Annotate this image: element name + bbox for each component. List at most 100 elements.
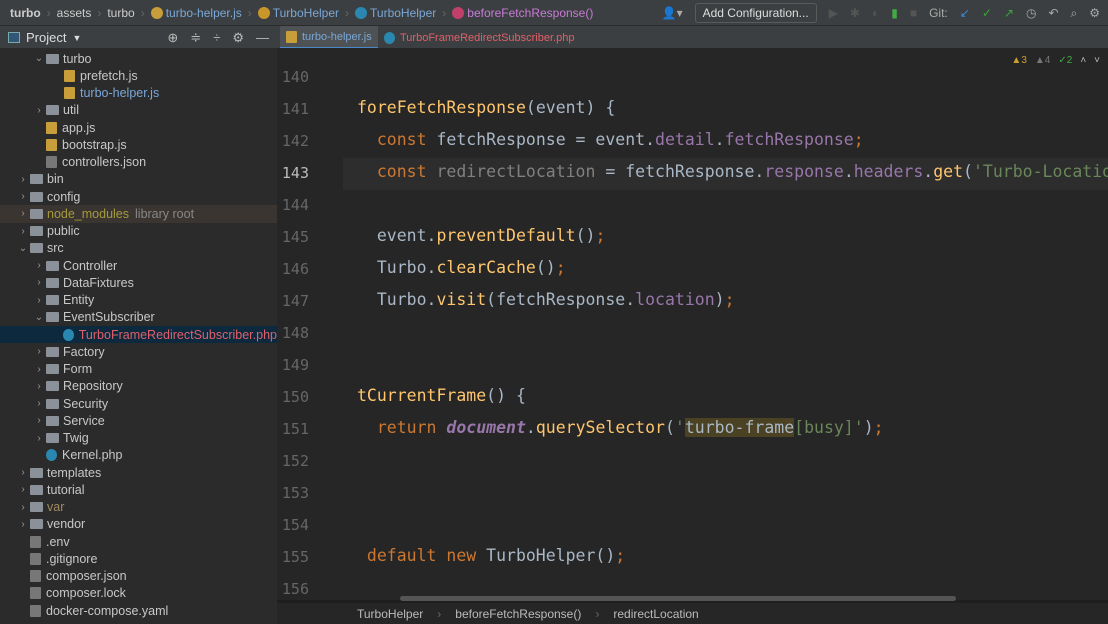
breadcrumb-item[interactable]: turbo [107, 6, 134, 20]
collapse-all-icon[interactable]: ÷ [213, 30, 220, 46]
chevron-right-icon[interactable]: › [32, 398, 46, 409]
tree-item[interactable]: › public [0, 223, 277, 240]
tree-item[interactable]: .env [0, 533, 277, 550]
tree-item[interactable]: turbo-helper.js [0, 85, 277, 102]
tree-item[interactable]: .gitignore [0, 550, 277, 567]
gear-icon[interactable]: ⚙ [232, 30, 244, 46]
tree-item[interactable]: docker-compose.yaml [0, 602, 277, 619]
git-push-icon[interactable]: ↗ [1004, 6, 1014, 20]
add-configuration-button[interactable]: Add Configuration... [694, 3, 817, 23]
rollback-icon[interactable]: ↶ [1048, 6, 1058, 20]
user-icon[interactable]: 👤▾ [662, 6, 683, 20]
tree-item[interactable]: › Repository [0, 378, 277, 395]
crumb-method[interactable]: beforeFetchResponse() [455, 607, 581, 621]
project-title[interactable]: Project [26, 30, 66, 45]
tree-item[interactable]: composer.lock [0, 585, 277, 602]
previous-icon[interactable]: ˄ [1080, 55, 1086, 66]
tree-item[interactable]: › config [0, 188, 277, 205]
chevron-down-icon[interactable]: ⌄ [32, 312, 46, 323]
tree-item[interactable]: bootstrap.js [0, 136, 277, 153]
crumb-class[interactable]: TurboHelper [357, 607, 423, 621]
expand-all-icon[interactable]: ≑ [190, 30, 201, 46]
code-line[interactable]: Turbo.clearCache(); [357, 258, 566, 277]
run-icon[interactable]: ▶ [829, 6, 838, 20]
tree-item[interactable]: › Controller [0, 257, 277, 274]
chevron-right-icon[interactable]: › [16, 191, 30, 202]
tree-item[interactable]: › Entity [0, 292, 277, 309]
tree-item[interactable]: › vendor [0, 516, 277, 533]
locate-icon[interactable]: ⊕ [167, 30, 178, 46]
tree-item[interactable]: prefetch.js [0, 67, 277, 84]
tree-item[interactable]: ⌄ turbo [0, 50, 277, 67]
tree-item[interactable]: › templates [0, 464, 277, 481]
breadcrumb-item[interactable]: assets [57, 6, 92, 20]
code-line[interactable]: const fetchResponse = event.detail.fetch… [357, 130, 864, 149]
code-line[interactable]: Turbo.visit(fetchResponse.location); [357, 290, 735, 309]
debug-icon[interactable]: ✱ [850, 6, 860, 20]
chevron-right-icon[interactable]: › [16, 484, 30, 495]
tree-item[interactable]: › node_modules library root [0, 205, 277, 223]
tree-item[interactable]: › Form [0, 361, 277, 378]
project-panel-header[interactable]: Project ▼ ⊕ ≑ ÷ ⚙ — [0, 26, 277, 49]
code-line[interactable]: return document.querySelector('turbo-fra… [357, 418, 884, 437]
chevron-right-icon[interactable]: › [32, 415, 46, 426]
crumb-variable[interactable]: redirectLocation [613, 607, 698, 621]
chevron-right-icon[interactable]: › [32, 364, 46, 375]
chevron-right-icon[interactable]: › [32, 433, 46, 444]
code-line[interactable]: event.preventDefault(); [357, 226, 606, 245]
tree-item[interactable]: › Security [0, 395, 277, 412]
chevron-right-icon[interactable]: › [16, 226, 30, 237]
tree-item[interactable]: controllers.json [0, 154, 277, 171]
code-line[interactable]: const redirectLocation = fetchResponse.r… [357, 162, 1108, 181]
hide-icon[interactable]: — [256, 30, 269, 46]
chevron-right-icon[interactable]: › [16, 467, 30, 478]
tree-item[interactable]: TurboFrameRedirectSubscriber.php [0, 326, 277, 344]
search-icon[interactable]: ⌕ [1071, 6, 1078, 21]
tree-item[interactable]: › bin [0, 171, 277, 188]
tree-item[interactable]: ⌄ EventSubscriber [0, 309, 277, 326]
code-editor[interactable]: foreFetchResponse(event) { const fetchRe… [343, 48, 1108, 600]
gear-icon[interactable]: ⚙ [1089, 6, 1100, 20]
breadcrumb-item[interactable]: TurboHelper [355, 6, 436, 20]
tree-item[interactable]: Kernel.php [0, 447, 277, 464]
tree-item[interactable]: app.js [0, 119, 277, 136]
tree-item[interactable]: › Factory [0, 343, 277, 360]
tree-item[interactable]: › Service [0, 412, 277, 429]
horizontal-scrollbar[interactable] [400, 596, 956, 601]
code-line[interactable]: default new TurboHelper(); [357, 546, 625, 565]
chevron-right-icon[interactable]: › [32, 295, 46, 306]
tree-item[interactable]: composer.json [0, 568, 277, 585]
profiler-icon[interactable]: ▮ [891, 6, 898, 20]
tab-turbo-frame-redirect-subscriber[interactable]: TurboFrameRedirectSubscriber.php [378, 26, 580, 49]
chevron-down-icon[interactable]: ⌄ [16, 243, 30, 254]
next-icon[interactable]: ˅ [1094, 55, 1100, 66]
inspection-widget[interactable]: ▲3 ▲4 ✓2 ˄ ˅ [1011, 55, 1100, 66]
git-update-icon[interactable]: ↙ [960, 6, 970, 20]
breadcrumb-item[interactable]: beforeFetchResponse() [452, 6, 593, 20]
git-commit-icon[interactable]: ✓ [982, 6, 992, 20]
chevron-right-icon[interactable]: › [32, 277, 46, 288]
tree-item[interactable]: › Twig [0, 430, 277, 447]
breadcrumb-item[interactable]: TurboHelper [257, 6, 339, 20]
tree-item[interactable]: › DataFixtures [0, 274, 277, 291]
chevron-right-icon[interactable]: › [32, 105, 46, 116]
chevron-right-icon[interactable]: › [32, 381, 46, 392]
chevron-right-icon[interactable]: › [32, 346, 46, 357]
breadcrumb-item[interactable]: turbo-helper.js [150, 6, 242, 20]
tab-turbo-helper[interactable]: turbo-helper.js [280, 26, 378, 49]
history-icon[interactable]: ◷ [1026, 6, 1036, 20]
tree-item[interactable]: › util [0, 102, 277, 119]
stop-icon[interactable]: ■ [910, 6, 917, 20]
chevron-right-icon[interactable]: › [16, 208, 30, 219]
chevron-right-icon[interactable]: › [32, 260, 46, 271]
coverage-icon[interactable]: ◐ [872, 6, 879, 20]
chevron-right-icon[interactable]: › [16, 174, 30, 185]
chevron-right-icon[interactable]: › [16, 502, 30, 513]
tree-item[interactable]: › tutorial [0, 481, 277, 498]
code-line[interactable]: tCurrentFrame() { [357, 386, 526, 405]
tree-item[interactable]: ⌄ src [0, 240, 277, 257]
breadcrumb-item[interactable]: turbo [10, 6, 41, 20]
chevron-down-icon[interactable]: ⌄ [32, 53, 46, 64]
chevron-right-icon[interactable]: › [16, 519, 30, 530]
tree-item[interactable]: › var [0, 499, 277, 516]
